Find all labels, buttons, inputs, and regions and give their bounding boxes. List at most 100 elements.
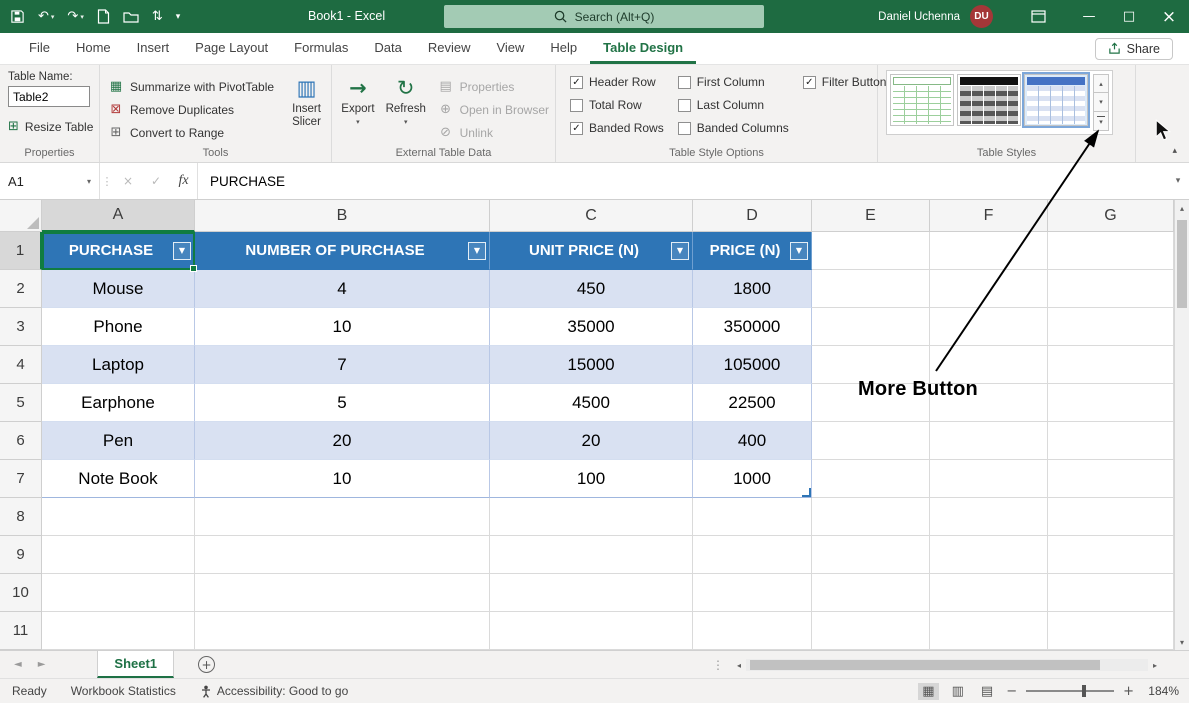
- vertical-scroll-thumb[interactable]: [1177, 220, 1187, 308]
- save-button[interactable]: [10, 9, 25, 24]
- maximize-button[interactable]: □: [1109, 0, 1149, 33]
- vertical-scrollbar[interactable]: ▴ ▾: [1174, 200, 1189, 650]
- table-cell[interactable]: 4500: [490, 384, 693, 422]
- filter-button[interactable]: ▼: [173, 242, 191, 260]
- tab-file[interactable]: File: [16, 33, 63, 64]
- table-cell[interactable]: 20: [490, 422, 693, 460]
- cell[interactable]: [195, 498, 490, 536]
- scroll-left-button[interactable]: ◂: [732, 661, 746, 670]
- cell[interactable]: [195, 574, 490, 612]
- tab-data[interactable]: Data: [361, 33, 414, 64]
- enter-button[interactable]: ✓: [142, 163, 170, 199]
- row-header-9[interactable]: 9: [0, 536, 42, 574]
- cell[interactable]: [42, 536, 195, 574]
- cell[interactable]: [490, 536, 693, 574]
- expand-formula-bar-button[interactable]: ▾: [1167, 163, 1189, 199]
- column-header-G[interactable]: G: [1048, 200, 1174, 232]
- fill-handle[interactable]: [190, 265, 197, 272]
- search-box[interactable]: Search (Alt+Q): [444, 5, 764, 28]
- row-header-6[interactable]: 6: [0, 422, 42, 460]
- cell[interactable]: [930, 498, 1048, 536]
- remove-duplicates-button[interactable]: ⊠ Remove Duplicates: [104, 98, 278, 121]
- table-cell[interactable]: 22500: [693, 384, 812, 422]
- cell[interactable]: [1048, 384, 1174, 422]
- table-cell[interactable]: Note Book: [42, 460, 195, 498]
- cell[interactable]: [1048, 612, 1174, 650]
- cell[interactable]: [812, 460, 930, 498]
- table-style-blue-selected[interactable]: [1024, 74, 1088, 126]
- cell-A1-selected[interactable]: PURCHASE ▼: [42, 232, 195, 270]
- column-header-E[interactable]: E: [812, 200, 930, 232]
- unlink-button[interactable]: ⊘ Unlink: [434, 121, 553, 144]
- table-cell[interactable]: 5: [195, 384, 490, 422]
- close-button[interactable]: ×: [1149, 0, 1189, 33]
- cell-F1[interactable]: [930, 232, 1048, 270]
- row-header-8[interactable]: 8: [0, 498, 42, 536]
- horizontal-scroll-track[interactable]: [746, 659, 1148, 671]
- table-cell[interactable]: 450: [490, 270, 693, 308]
- table-cell[interactable]: Laptop: [42, 346, 195, 384]
- table-cell[interactable]: Mouse: [42, 270, 195, 308]
- customize-qat-button[interactable]: ▾: [176, 12, 181, 22]
- select-all-corner[interactable]: [0, 200, 42, 232]
- cell[interactable]: [1048, 536, 1174, 574]
- cell[interactable]: [693, 612, 812, 650]
- page-break-view-button[interactable]: ▤: [977, 683, 997, 700]
- minimize-button[interactable]: —: [1069, 0, 1109, 33]
- cell[interactable]: [490, 498, 693, 536]
- share-button[interactable]: Share: [1095, 38, 1173, 60]
- cell[interactable]: [1048, 460, 1174, 498]
- option-first-column[interactable]: First Column: [678, 75, 789, 89]
- table-style-dark[interactable]: [957, 74, 1021, 126]
- column-header-C[interactable]: C: [490, 200, 693, 232]
- table-cell[interactable]: 35000: [490, 308, 693, 346]
- cell[interactable]: [930, 536, 1048, 574]
- formula-input[interactable]: PURCHASE: [198, 163, 1167, 199]
- zoom-in-button[interactable]: +: [1123, 684, 1134, 699]
- option-filter-button[interactable]: Filter Button: [803, 75, 887, 89]
- horizontal-scroll-thumb[interactable]: [750, 660, 1100, 670]
- page-layout-view-button[interactable]: ▥: [948, 683, 968, 700]
- table-cell[interactable]: 350000: [693, 308, 812, 346]
- table-cell[interactable]: 1800: [693, 270, 812, 308]
- open-in-browser-button[interactable]: ⊕ Open in Browser: [434, 98, 553, 121]
- table-cell[interactable]: 105000: [693, 346, 812, 384]
- tab-insert[interactable]: Insert: [124, 33, 183, 64]
- cell[interactable]: [930, 460, 1048, 498]
- scroll-up-button[interactable]: ▴: [1175, 200, 1189, 216]
- table-cell[interactable]: 10: [195, 308, 490, 346]
- cell[interactable]: [490, 612, 693, 650]
- cell[interactable]: [930, 422, 1048, 460]
- sort-button[interactable]: ⇅: [152, 9, 163, 24]
- filter-button[interactable]: ▼: [468, 242, 486, 260]
- tab-review[interactable]: Review: [415, 33, 484, 64]
- table-cell[interactable]: 400: [693, 422, 812, 460]
- tab-view[interactable]: View: [483, 33, 537, 64]
- table-cell[interactable]: 10: [195, 460, 490, 498]
- normal-view-button[interactable]: ▦: [918, 683, 938, 700]
- resize-table-button[interactable]: ⊞ Resize Table: [8, 115, 91, 138]
- cell-B1[interactable]: NUMBER OF PURCHASE ▼: [195, 232, 490, 270]
- cell[interactable]: [812, 498, 930, 536]
- row-header-7[interactable]: 7: [0, 460, 42, 498]
- accessibility-status[interactable]: Accessibility: Good to go: [188, 684, 360, 698]
- scroll-right-button[interactable]: ▸: [1148, 661, 1162, 670]
- filter-button[interactable]: ▼: [671, 242, 689, 260]
- next-sheet-button[interactable]: ►: [38, 659, 46, 670]
- option-last-column[interactable]: Last Column: [678, 98, 789, 112]
- cell-C1[interactable]: UNIT PRICE (N) ▼: [490, 232, 693, 270]
- cell[interactable]: [812, 308, 930, 346]
- table-cell[interactable]: 100: [490, 460, 693, 498]
- cell[interactable]: [930, 270, 1048, 308]
- zoom-slider-thumb[interactable]: [1082, 685, 1086, 697]
- new-file-button[interactable]: [97, 9, 110, 24]
- table-name-input[interactable]: [8, 86, 90, 107]
- export-button[interactable]: → Export ▾: [334, 69, 382, 158]
- name-box[interactable]: A1 ▾: [0, 163, 100, 199]
- cell[interactable]: [42, 498, 195, 536]
- cell[interactable]: [812, 270, 930, 308]
- option-header-row[interactable]: Header Row: [570, 75, 664, 89]
- table-cell[interactable]: 15000: [490, 346, 693, 384]
- column-header-D[interactable]: D: [693, 200, 812, 232]
- table-cell[interactable]: 4: [195, 270, 490, 308]
